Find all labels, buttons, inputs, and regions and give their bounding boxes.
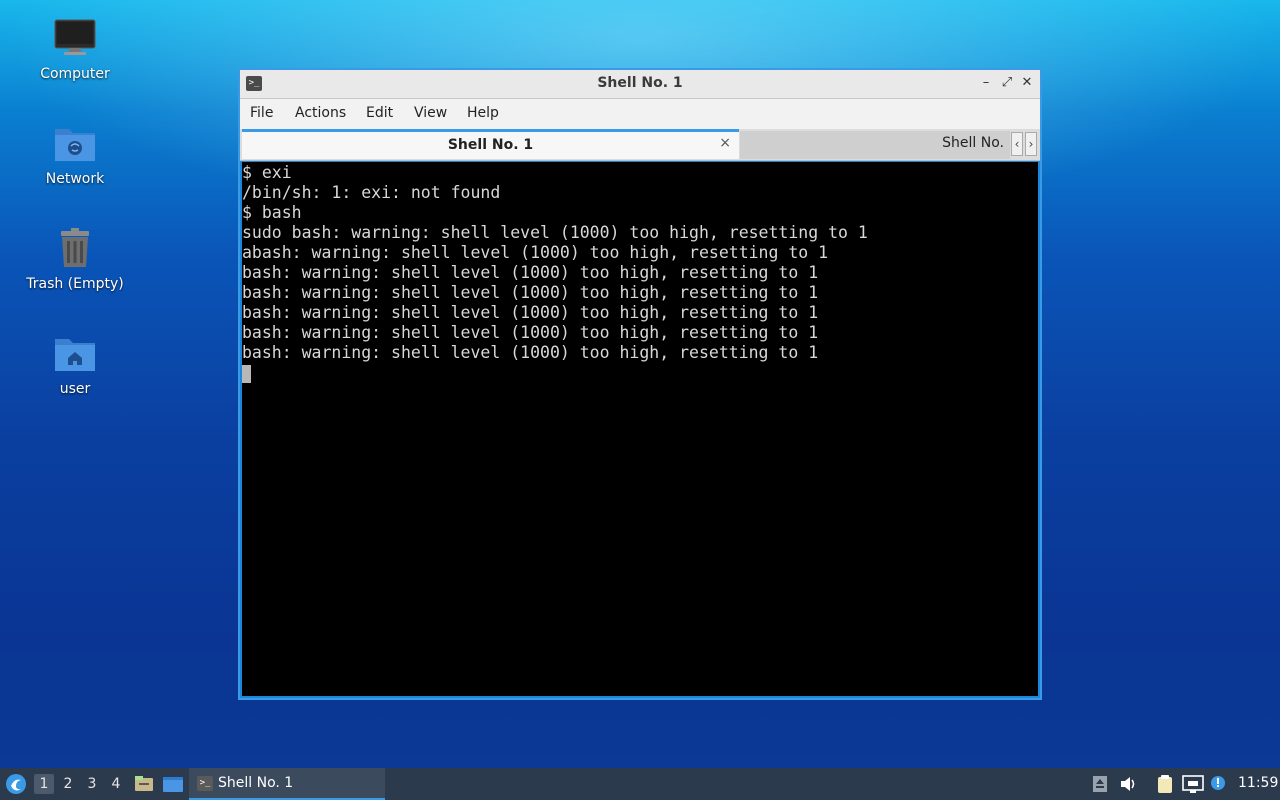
workspace-2[interactable]: 2	[58, 774, 78, 794]
tab-label: Shell No.	[942, 135, 1004, 151]
task-label: Shell No. 1	[218, 775, 294, 791]
tab-shell-2[interactable]: Shell No.	[740, 131, 1010, 159]
workspace-4[interactable]: 4	[106, 774, 126, 794]
menu-actions[interactable]: Actions	[295, 105, 346, 121]
clock[interactable]: 11:59	[1238, 775, 1278, 791]
home-folder-icon	[52, 331, 98, 377]
workspace-1[interactable]: 1	[34, 774, 54, 794]
menu-file[interactable]: File	[250, 105, 273, 121]
network-icon[interactable]	[1182, 774, 1204, 794]
window-title: Shell No. 1	[597, 75, 683, 91]
monitor-icon	[52, 16, 98, 62]
tab-label: Shell No. 1	[447, 137, 534, 153]
workspace-3[interactable]: 3	[82, 774, 102, 794]
terminal-line: bash: warning: shell level (1000) too hi…	[242, 323, 819, 342]
tab-scroll-right-icon[interactable]: ›	[1025, 132, 1037, 156]
terminal-line: /bin/sh: 1: exi: not found	[242, 183, 501, 202]
clipboard-icon[interactable]	[1155, 774, 1175, 794]
terminal-cursor	[242, 364, 251, 383]
desktop-icon-network[interactable]: Network	[15, 121, 135, 187]
menu-bar: File Actions Edit View Help	[240, 99, 1040, 129]
volume-icon[interactable]	[1118, 774, 1138, 794]
close-button[interactable]: ✕	[1018, 74, 1036, 92]
tab-shell-1[interactable]: Shell No. 1 ×	[242, 129, 739, 159]
taskbar-task-shell[interactable]: >_ Shell No. 1	[189, 768, 385, 800]
minimize-button[interactable]: –	[977, 74, 995, 92]
terminal-line: abash: warning: shell level (1000) too h…	[242, 243, 829, 262]
desktop-icon-label: Network	[45, 171, 105, 187]
desktop-icon-label: Trash (Empty)	[26, 276, 124, 292]
terminal-line: $ exi	[242, 163, 292, 182]
menu-edit[interactable]: Edit	[366, 105, 393, 121]
tab-bar: Shell No. 1 × Shell No. ‹ ›	[240, 129, 1040, 161]
maximize-button[interactable]: ⤢	[998, 74, 1016, 92]
terminal-line: bash: warning: shell level (1000) too hi…	[242, 283, 819, 302]
tab-close-icon[interactable]: ×	[719, 135, 731, 151]
terminal-line: bash: warning: shell level (1000) too hi…	[242, 263, 819, 282]
terminal-line: bash: warning: shell level (1000) too hi…	[242, 303, 819, 322]
menu-help[interactable]: Help	[467, 105, 499, 121]
menu-view[interactable]: View	[414, 105, 447, 121]
trash-icon	[52, 226, 98, 272]
tab-scroll-left-icon[interactable]: ‹	[1011, 132, 1023, 156]
terminal-app-icon: >_	[197, 776, 213, 791]
eject-icon[interactable]	[1090, 774, 1110, 794]
show-desktop-icon[interactable]	[162, 774, 183, 794]
terminal-output[interactable]: $ exi /bin/sh: 1: exi: not found $ bash …	[242, 162, 1038, 696]
terminal-line: sudo bash: warning: shell level (1000) t…	[242, 223, 868, 242]
file-manager-icon[interactable]	[134, 774, 154, 794]
terminal-line: bash: warning: shell level (1000) too hi…	[242, 343, 819, 362]
desktop-icon-computer[interactable]: Computer	[15, 16, 135, 82]
terminal-line: $ bash	[242, 203, 302, 222]
desktop-icon-user[interactable]: user	[15, 331, 135, 397]
desktop-icon-label: user	[59, 381, 91, 397]
desktop-icon-trash[interactable]: Trash (Empty)	[15, 226, 135, 292]
start-menu-icon[interactable]	[5, 773, 27, 795]
title-bar[interactable]: >_ Shell No. 1 – ⤢ ✕	[240, 70, 1040, 99]
terminal-window: >_ Shell No. 1 – ⤢ ✕ File Actions Edit V…	[238, 68, 1042, 700]
taskbar: 1 2 3 4 >_ Shell No. 1 11:59	[0, 768, 1280, 800]
network-folder-icon	[52, 121, 98, 167]
desktop-icon-label: Computer	[40, 66, 110, 82]
notification-icon[interactable]	[1209, 774, 1229, 794]
